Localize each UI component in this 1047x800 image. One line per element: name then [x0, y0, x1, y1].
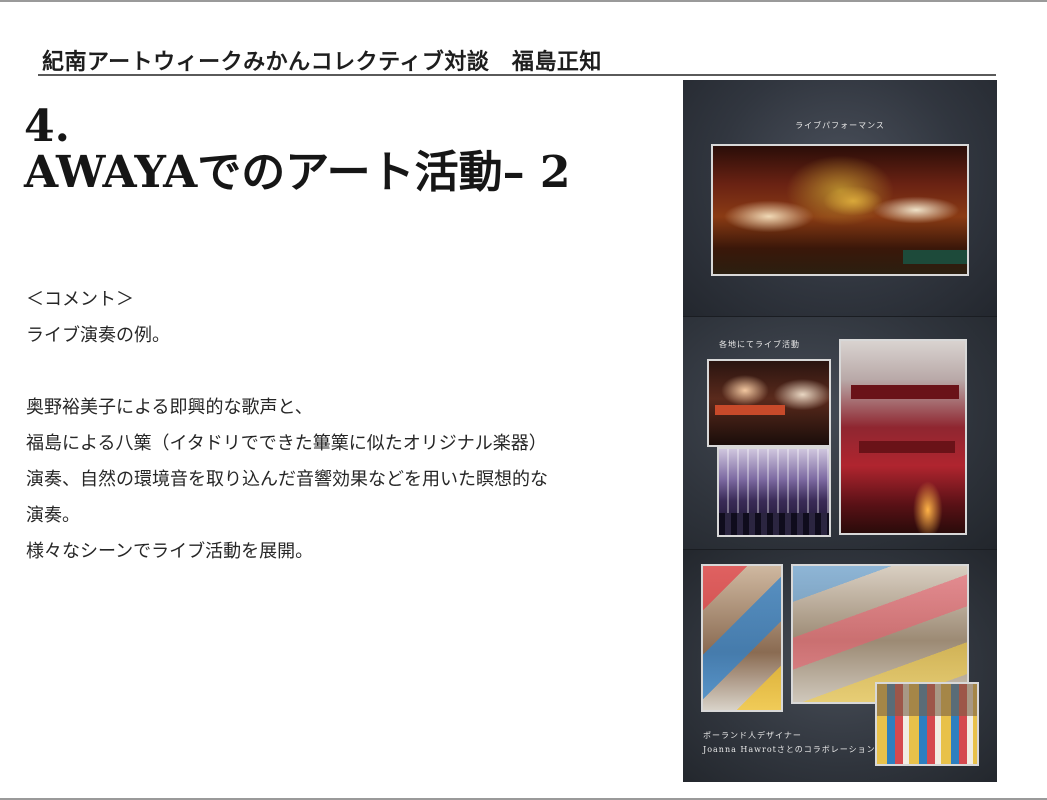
costume-group-photo	[875, 682, 979, 766]
comment-block: ＜コメント＞ ライブ演奏の例。 奥野裕美子による即興的な歌声と、 福島による八篥…	[26, 282, 676, 570]
collage-panel-live-activities: 各地にてライブ活動	[683, 316, 997, 549]
collage-panel-collaboration: ポーランド人デザイナー Joanna Hawrotさとのコラボレーション	[683, 549, 997, 782]
pagoda-roof	[859, 441, 955, 453]
stage-light	[823, 186, 883, 216]
background-shape	[877, 684, 977, 716]
comment-line: 奥野裕美子による即興的な歌声と、	[26, 397, 313, 418]
collage-panel-live-performance: ライブパフォーマンス	[683, 80, 997, 316]
art-installation-photo	[701, 564, 783, 712]
slide-title-number: 4.	[24, 101, 70, 152]
keyboard-shape	[903, 250, 967, 264]
slide-title-text: AWAYAでのアート活動– 2	[24, 146, 571, 198]
panel-caption: ライブパフォーマンス	[795, 121, 885, 130]
pagoda-roof	[851, 385, 959, 399]
red-pagoda-photo	[839, 339, 967, 535]
comment-line: 演奏、自然の環境音を取り込んだ音響効果などを用いた瞑想的な	[26, 469, 548, 490]
panel-caption: ポーランド人デザイナー	[703, 731, 802, 740]
keyboard-shape	[715, 405, 785, 415]
top-border	[0, 0, 1047, 2]
live-session-photo	[707, 359, 831, 447]
concert-hall-photo	[717, 447, 831, 537]
comment-line: 福島による八篥（イタドリでできた篳篥に似たオリジナル楽器）	[26, 433, 547, 454]
comment-line: 様々なシーンでライブ活動を展開。	[26, 541, 314, 562]
slide-title: 4. AWAYAでのアート活動– 2	[24, 104, 674, 196]
audience-shape	[719, 513, 829, 535]
comment-line: 演奏。	[26, 505, 80, 526]
panel-caption: Joanna Hawrotさとのコラボレーション	[703, 745, 876, 754]
document-header-title: 紀南アートウィークみかんコレクティブ対談 福島正知	[42, 50, 602, 75]
panel-caption: 各地にてライブ活動	[719, 340, 800, 349]
concert-stage-photo	[711, 144, 969, 276]
photo-collage: ライブパフォーマンス 各地にてライブ活動 ポーランド人デザイナー Joanna …	[683, 80, 997, 782]
comment-heading: ＜コメント＞	[26, 289, 134, 310]
comment-line: ライブ演奏の例。	[26, 325, 170, 346]
header-underline	[38, 74, 996, 76]
